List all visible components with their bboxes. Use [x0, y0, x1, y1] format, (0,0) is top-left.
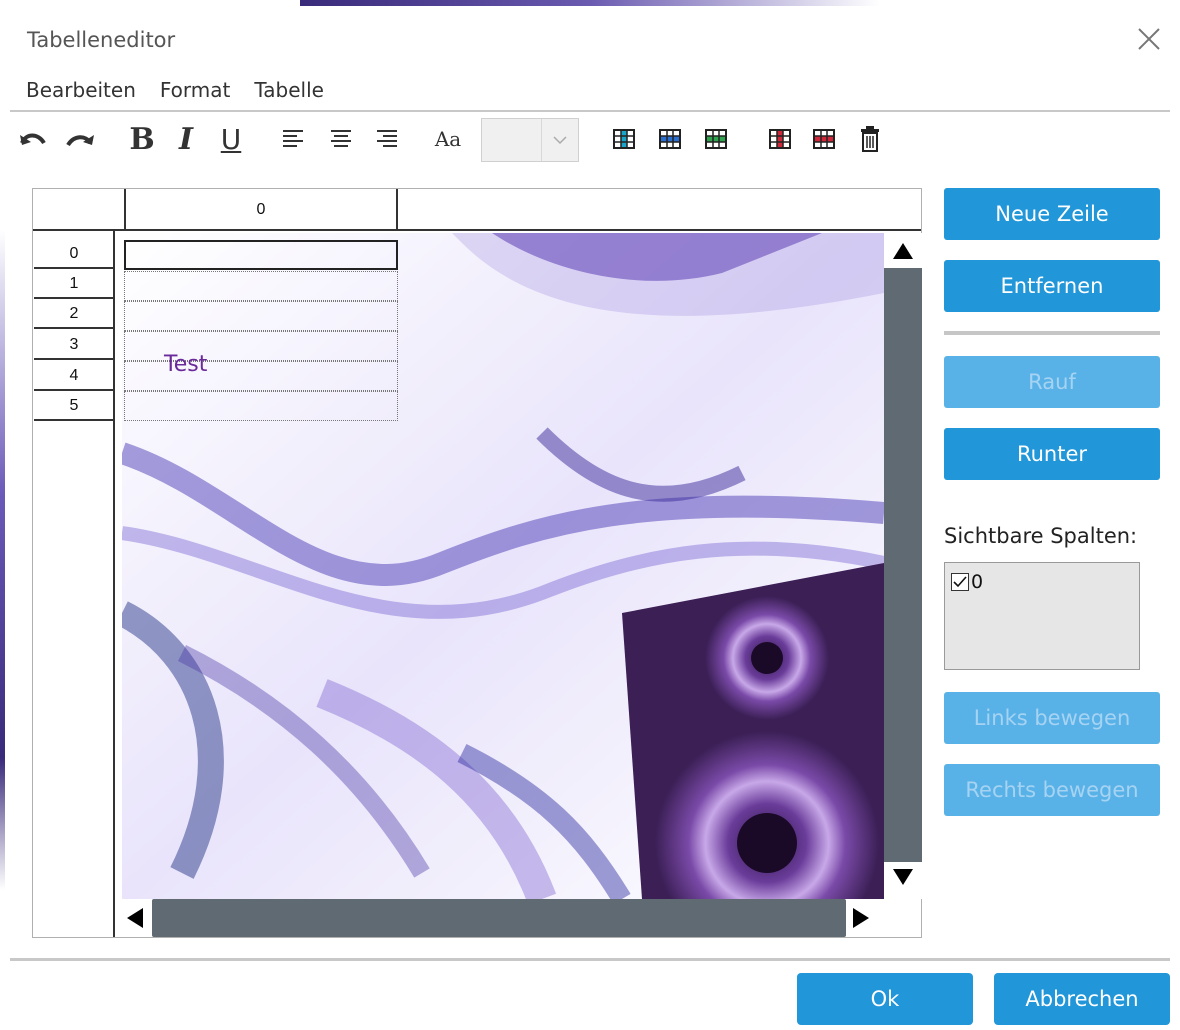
visible-column-label: 0	[971, 571, 984, 593]
row-header[interactable]: 1	[34, 271, 114, 299]
window-title: Tabelleneditor	[27, 28, 176, 52]
undo-icon[interactable]	[16, 122, 50, 156]
wallpaper-edge-left	[0, 230, 5, 890]
ok-button[interactable]: Ok	[797, 973, 973, 1025]
insert-row-icon[interactable]	[702, 122, 730, 156]
scroll-down-icon[interactable]	[892, 868, 914, 891]
close-icon[interactable]	[1134, 26, 1164, 56]
table-cell-selected[interactable]	[124, 240, 398, 270]
menu-tabelle[interactable]: Tabelle	[244, 78, 338, 108]
chevron-down-icon	[541, 119, 578, 161]
vertical-scroll-thumb[interactable]	[884, 268, 922, 862]
move-left-button[interactable]: Links bewegen	[944, 692, 1160, 744]
visible-column-item[interactable]: 0	[951, 571, 983, 593]
table-cell-text: Test	[164, 352, 208, 377]
move-right-button[interactable]: Rechts bewegen	[944, 764, 1160, 816]
new-row-button[interactable]: Neue Zeile	[944, 188, 1160, 240]
row-header[interactable]: 0	[34, 241, 114, 269]
column-header[interactable]: 0	[124, 189, 398, 231]
align-left-icon[interactable]	[278, 122, 308, 156]
panel-divider	[944, 331, 1160, 335]
delete-column-icon[interactable]	[766, 122, 794, 156]
row-header[interactable]: 5	[34, 393, 114, 421]
scroll-right-icon[interactable]	[852, 907, 870, 934]
row-header[interactable]: 2	[34, 301, 114, 329]
table-cell[interactable]	[124, 301, 398, 331]
checkbox-checked-icon[interactable]	[951, 573, 969, 591]
cancel-button[interactable]: Abbrechen	[994, 973, 1170, 1025]
underline-icon[interactable]: U	[214, 122, 248, 156]
menu-bearbeiten[interactable]: Bearbeiten	[16, 78, 150, 108]
bold-icon[interactable]: B	[124, 122, 160, 157]
menu-divider	[10, 110, 1170, 112]
scroll-up-icon[interactable]	[892, 242, 914, 265]
row-header[interactable]: 3	[34, 332, 114, 360]
delete-row-icon[interactable]	[810, 122, 838, 156]
menu-bar: Bearbeiten Format Tabelle	[16, 78, 338, 108]
move-up-button[interactable]: Rauf	[944, 356, 1160, 408]
table-cell[interactable]	[124, 271, 398, 301]
visible-columns-label: Sichtbare Spalten:	[944, 524, 1138, 548]
table-icon[interactable]	[656, 122, 684, 156]
scroll-left-icon[interactable]	[126, 907, 144, 934]
redo-icon[interactable]	[62, 122, 98, 156]
font-size-icon[interactable]: Aa	[430, 122, 466, 156]
row-header[interactable]: 4	[34, 363, 114, 391]
footer-divider	[10, 958, 1170, 961]
menu-format[interactable]: Format	[150, 78, 244, 108]
trash-icon[interactable]	[856, 122, 884, 156]
font-size-select[interactable]	[481, 118, 579, 162]
horizontal-scroll-thumb[interactable]	[152, 899, 846, 937]
wallpaper-edge-top	[300, 0, 880, 6]
move-down-button[interactable]: Runter	[944, 428, 1160, 480]
remove-button[interactable]: Entfernen	[944, 260, 1160, 312]
insert-column-icon[interactable]	[610, 122, 638, 156]
align-center-icon[interactable]	[326, 122, 356, 156]
table-cell[interactable]	[124, 391, 398, 421]
align-right-icon[interactable]	[372, 122, 402, 156]
italic-icon[interactable]: I	[170, 122, 202, 157]
